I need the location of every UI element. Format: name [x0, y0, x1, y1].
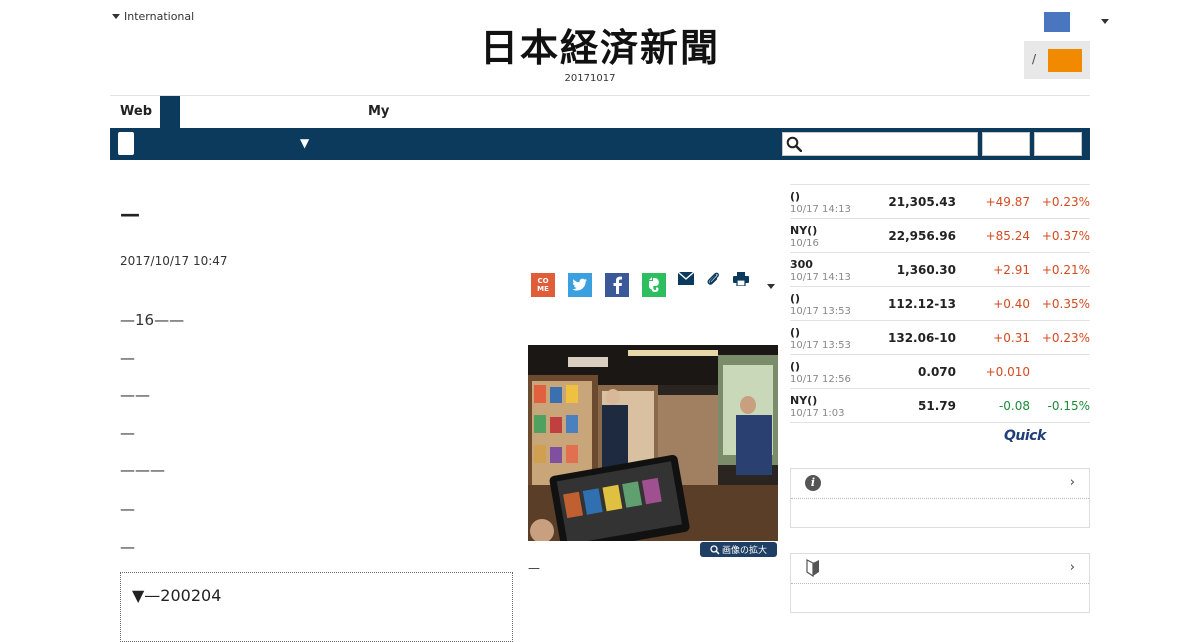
site-logo[interactable]: 日本経済新聞 [455, 26, 745, 70]
market-row[interactable]: () 10/17 12:56 0.070 +0.010 [790, 354, 1090, 388]
beginner-panel: › [790, 553, 1090, 613]
market-row[interactable]: NY() 10/16 22,956.96 +85.24 +0.37% [790, 218, 1090, 252]
market-name: () [790, 190, 801, 203]
photo-enlarge-button[interactable]: 画像の拡大 [700, 542, 777, 557]
facebook-icon[interactable] [605, 273, 629, 297]
market-row[interactable]: 300 10/17 14:13 1,360.30 +2.91 +0.21% [790, 252, 1090, 286]
market-row[interactable]: () 10/17 13:53 112.12-13 +0.40 +0.35% [790, 286, 1090, 320]
related-box-heading[interactable]: ▼—200204 [132, 586, 221, 605]
beginner-panel-header[interactable]: › [791, 554, 1089, 584]
search-input[interactable] [782, 132, 978, 156]
article-paragraph: — [120, 424, 135, 442]
market-data-table: () 10/17 14:13 21,305.43 +49.87 +0.23% N… [790, 184, 1090, 423]
market-time: 10/17 14:13 [790, 272, 851, 283]
market-value: 21,305.43 [888, 195, 956, 209]
market-percent: -0.15% [1047, 399, 1090, 413]
search-icon[interactable] [786, 136, 802, 152]
twitter-bird-icon [572, 278, 587, 291]
market-value: 1,360.30 [896, 263, 956, 277]
market-change: +0.40 [993, 297, 1030, 311]
menu-dropdown-icon[interactable]: ▼ [300, 136, 309, 150]
market-time: 10/17 1:03 [790, 408, 845, 419]
photo-enlarge-label: 画像の拡大 [721, 546, 767, 556]
market-row[interactable]: () 10/17 14:13 21,305.43 +49.87 +0.23% [790, 184, 1090, 218]
clip-icon[interactable] [706, 271, 720, 287]
market-value: 0.070 [918, 365, 956, 379]
info-panel-header[interactable]: i › [791, 469, 1089, 499]
market-row[interactable]: NY() 10/17 1:03 51.79 -0.08 -0.15% [790, 388, 1090, 423]
article-date: 2017/10/17 10:47 [120, 254, 228, 268]
article-paragraph: —— [120, 386, 150, 404]
market-row[interactable]: () 10/17 13:53 132.06-10 +0.31 +0.23% [790, 320, 1090, 354]
edition-date: 20171017 [564, 73, 616, 84]
market-name: () [790, 292, 801, 305]
related-box [120, 572, 513, 642]
twitter-icon[interactable] [568, 273, 592, 297]
market-percent: +0.35% [1041, 297, 1090, 311]
article-paragraph: —16—— [120, 311, 185, 329]
search-button[interactable] [982, 132, 1030, 156]
market-name: 300 [790, 258, 813, 271]
advanced-search-button[interactable] [1034, 132, 1082, 156]
article-photo[interactable] [528, 345, 778, 541]
market-time: 10/17 13:53 [790, 340, 851, 351]
register-button[interactable] [1048, 49, 1082, 72]
market-change: +0.010 [985, 365, 1030, 379]
market-time: 10/17 12:56 [790, 374, 851, 385]
header-divider [110, 95, 1090, 96]
market-change: +85.24 [985, 229, 1030, 243]
international-label: International [124, 10, 195, 23]
market-name: NY() [790, 224, 818, 237]
article-paragraph: — [120, 349, 135, 367]
photo-caption: — [528, 561, 540, 575]
tab-web[interactable]: Web [120, 104, 152, 119]
tab-my[interactable]: My [368, 104, 389, 119]
market-change: +49.87 [985, 195, 1030, 209]
market-percent: +0.37% [1041, 229, 1090, 243]
bookstore-photo-illustration [528, 345, 778, 541]
market-change: +2.91 [993, 263, 1030, 277]
beginner-mark-icon [806, 559, 819, 577]
market-name: NY() [790, 394, 818, 407]
market-percent: +0.21% [1041, 263, 1090, 277]
article-paragraph: ——— [120, 461, 165, 479]
market-time: 10/17 13:53 [790, 306, 851, 317]
market-value: 22,956.96 [888, 229, 956, 243]
caret-down-icon [112, 14, 120, 19]
chevron-right-icon[interactable]: › [1070, 560, 1075, 575]
market-name: () [790, 360, 801, 373]
info-panel: i › [790, 468, 1090, 528]
info-icon: i [805, 475, 821, 491]
market-percent: +0.23% [1041, 331, 1090, 345]
market-change: +0.31 [993, 331, 1030, 345]
mail-icon[interactable] [678, 272, 694, 285]
tab-active[interactable] [160, 96, 180, 128]
article-paragraph: — [120, 500, 135, 518]
international-link[interactable]: International [112, 10, 194, 23]
quick-logo[interactable]: Quick [1004, 428, 1046, 444]
article-paragraph: — [120, 538, 135, 556]
zoom-icon [710, 544, 720, 555]
account-caret-icon[interactable] [1101, 19, 1109, 24]
chevron-right-icon[interactable]: › [1070, 475, 1075, 490]
come-label: CO ME [537, 277, 549, 293]
market-value: 51.79 [918, 399, 956, 413]
market-percent: +0.23% [1041, 195, 1090, 209]
category-select[interactable] [118, 132, 134, 155]
market-name: () [790, 326, 801, 339]
market-change: -0.08 [998, 399, 1030, 413]
language-button[interactable] [1044, 12, 1070, 32]
evernote-icon[interactable] [642, 273, 666, 297]
login-separator: / [1032, 52, 1037, 66]
market-time: 10/16 [790, 238, 819, 249]
market-time: 10/17 14:13 [790, 204, 851, 215]
come-icon[interactable]: CO ME [531, 273, 555, 297]
market-value: 132.06-10 [888, 331, 956, 345]
article-title: — [120, 202, 140, 226]
facebook-f-icon [613, 276, 622, 294]
more-share-icon[interactable] [767, 284, 775, 289]
print-icon[interactable] [733, 272, 749, 286]
evernote-elephant-icon [649, 277, 659, 292]
market-value: 112.12-13 [888, 297, 956, 311]
